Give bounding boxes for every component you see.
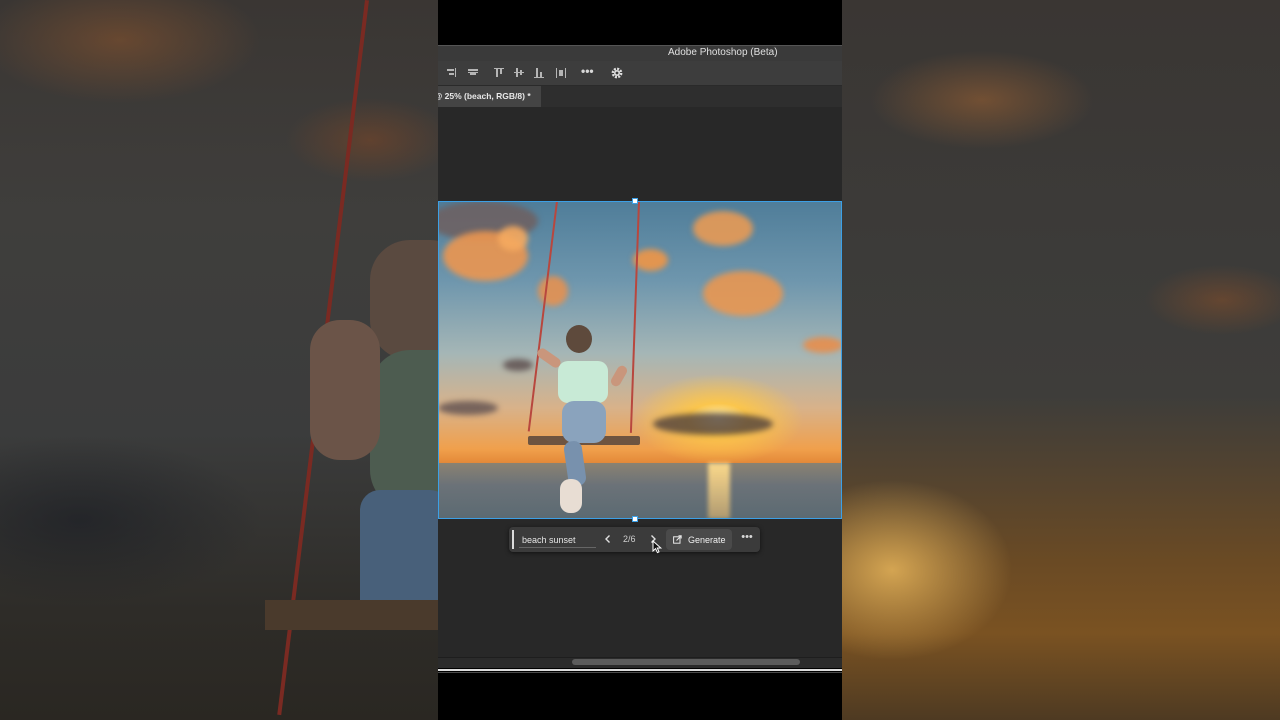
cloud <box>438 401 498 415</box>
app-title: Adobe Photoshop (Beta) <box>668 47 778 58</box>
contextual-task-bar: 2/6 Generate ••• <box>509 527 760 552</box>
cloud <box>503 359 533 371</box>
cloud <box>538 276 568 306</box>
swing-rope-right <box>629 201 640 433</box>
cloud <box>803 337 842 353</box>
cloud <box>633 249 668 271</box>
generate-button[interactable]: Generate <box>666 529 732 550</box>
cloud <box>653 413 773 435</box>
horizontal-scrollbar-thumb[interactable] <box>572 659 800 665</box>
girl-arm-left <box>535 346 563 370</box>
girl-arm-right <box>609 363 629 389</box>
girl-jeans <box>562 401 606 443</box>
more-options-icon[interactable]: ••• <box>581 64 595 80</box>
sun-reflection <box>708 463 730 519</box>
more-horizontal-icon[interactable]: ••• <box>738 531 756 547</box>
status-divider <box>438 669 842 671</box>
align-bottom-edges-icon[interactable] <box>534 68 544 78</box>
variation-counter: 2/6 <box>623 534 636 544</box>
transform-handle-top[interactable] <box>632 198 638 204</box>
generate-label: Generate <box>688 535 726 545</box>
background-figure-head <box>370 240 438 360</box>
title-bar: Adobe Photoshop (Beta) <box>438 45 842 61</box>
prompt-underline <box>519 547 596 548</box>
document-tab[interactable]: @ 25% (beach, RGB/8) * <box>438 86 541 107</box>
chevron-left-icon[interactable] <box>602 532 614 546</box>
status-divider-secondary <box>438 672 842 673</box>
blurred-background-right <box>842 0 1280 720</box>
align-vertical-centers-icon[interactable] <box>514 68 524 78</box>
blurred-background-left <box>0 0 438 720</box>
girl-shoe <box>560 479 582 513</box>
document-tab-bar: @ 25% (beach, RGB/8) * <box>438 86 842 107</box>
mouse-cursor-icon <box>652 540 663 554</box>
swing-rope-left <box>527 201 558 432</box>
generate-icon <box>673 535 682 544</box>
align-top-edges-icon[interactable] <box>494 68 504 78</box>
cloud <box>693 211 753 246</box>
options-bar: ••• <box>438 61 842 86</box>
document-tab-label: @ 25% (beach, RGB/8) * <box>438 91 531 101</box>
background-swing-seat <box>265 600 438 630</box>
cloud <box>498 226 528 251</box>
photoshop-window: Adobe Photoshop (Beta) ••• @ 25% (beach,… <box>438 0 842 720</box>
background-figure-shirt <box>370 350 438 510</box>
sea <box>438 463 842 519</box>
cloud <box>703 271 783 316</box>
align-horizontal-centers-icon[interactable] <box>468 68 478 78</box>
settings-gear-icon[interactable] <box>610 66 624 80</box>
girl-shirt <box>558 361 608 403</box>
document-canvas[interactable] <box>438 201 842 519</box>
align-right-edges-icon[interactable] <box>446 68 456 78</box>
distribute-icon[interactable] <box>556 68 566 78</box>
background-figure-arm <box>310 320 380 460</box>
girl-head <box>566 325 592 353</box>
transform-handle-bottom[interactable] <box>632 516 638 522</box>
